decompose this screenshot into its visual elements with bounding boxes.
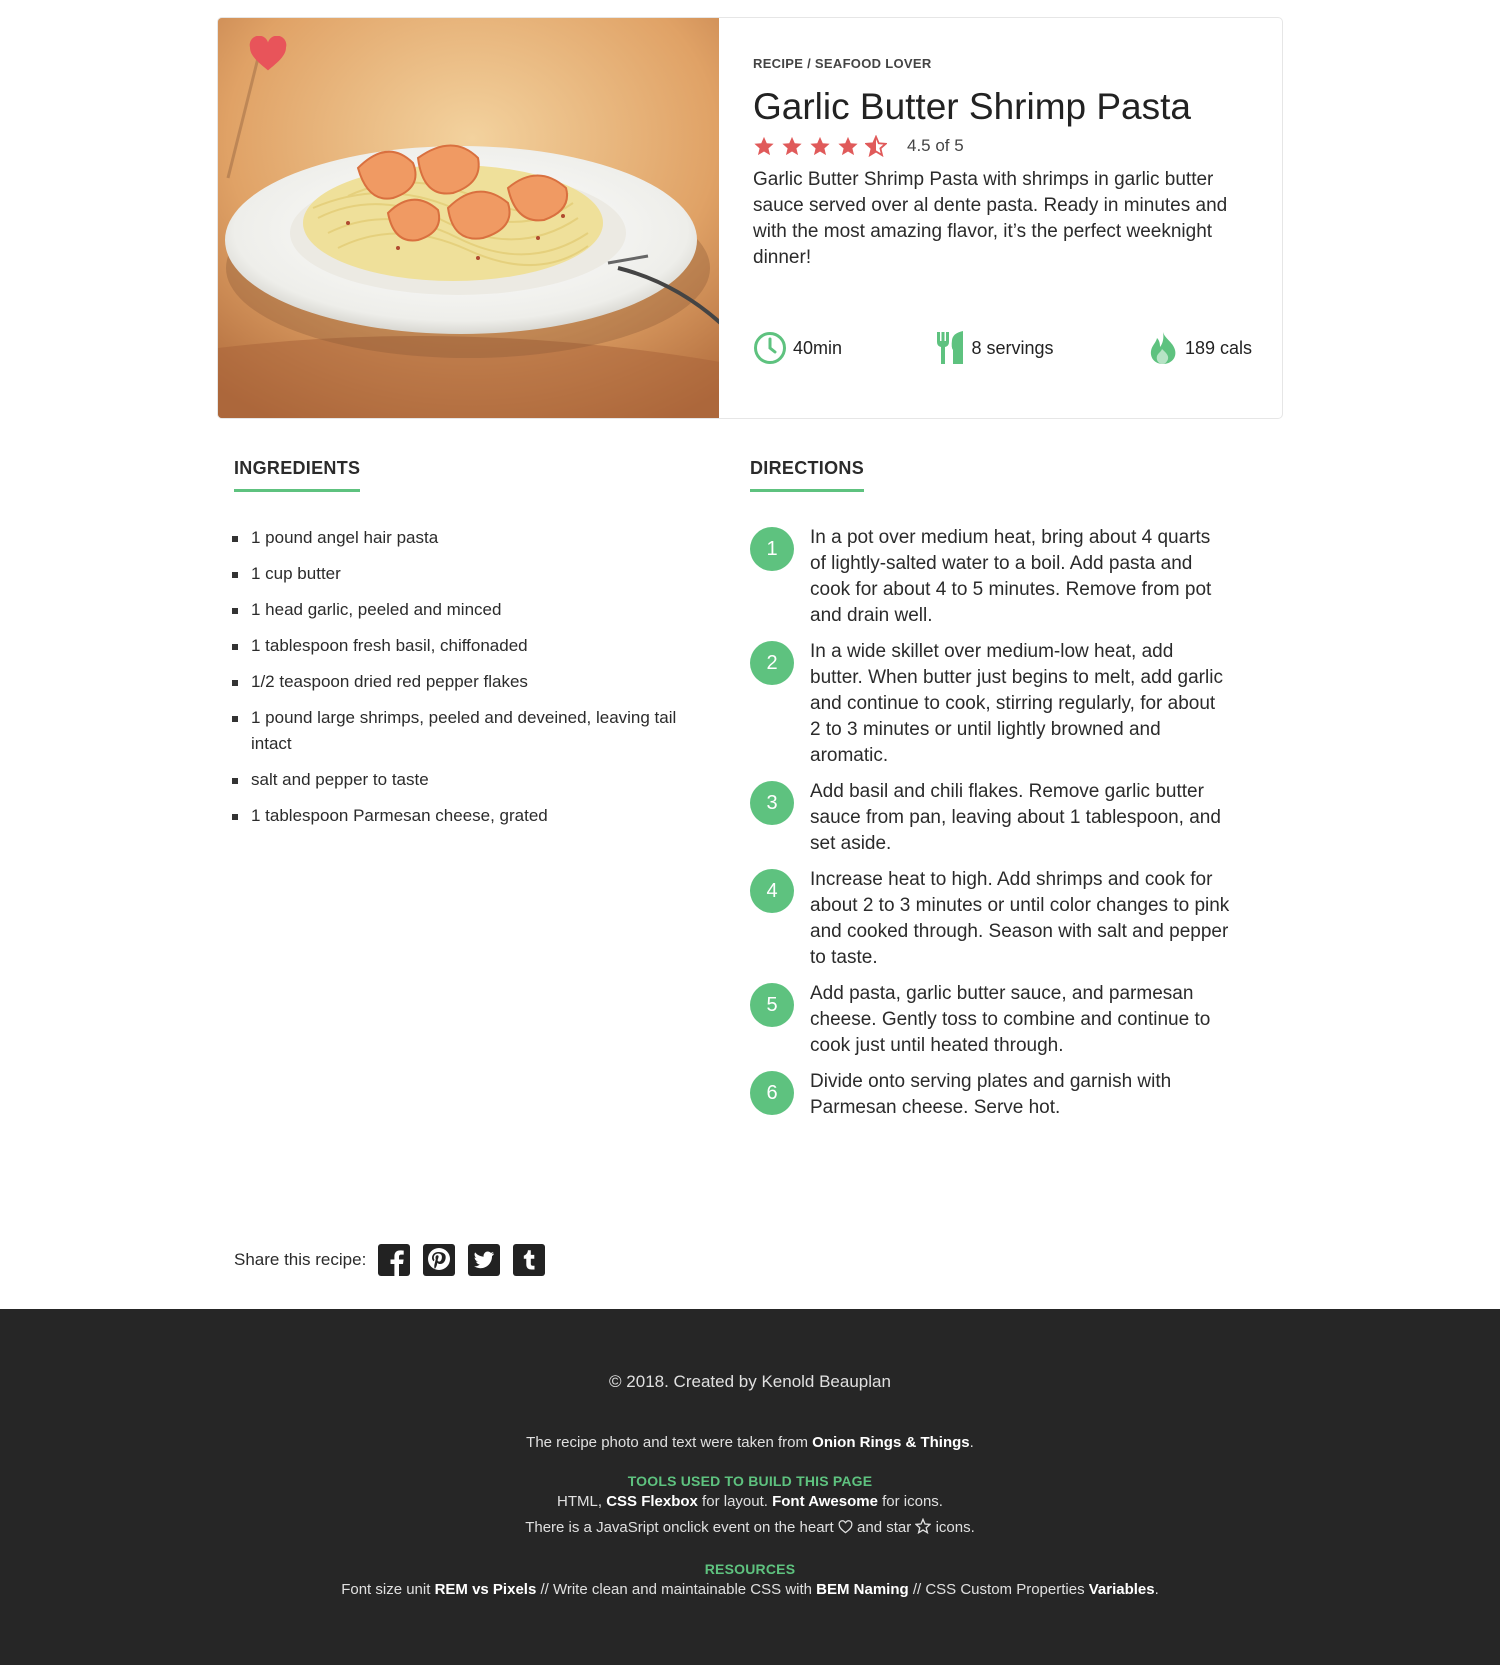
tumblr-icon[interactable] (513, 1244, 546, 1276)
tools-heading: TOOLS USED TO BUILD THIS PAGE (627, 1473, 873, 1489)
twitter-icon[interactable] (468, 1244, 501, 1276)
cook-time-label: 40min (793, 337, 843, 358)
rating-text: 4.5 of 5 (907, 136, 964, 155)
tools-text: There is a JavaSript onclick event on th… (525, 1519, 838, 1536)
rating: 4.5 of 5 (753, 133, 1248, 159)
direction-step: 5 Add pasta, garlic butter sauce, and pa… (750, 981, 1240, 1059)
resources-text: // CSS Custom Properties (908, 1581, 1089, 1598)
breadcrumb: RECIPE / SEAFOOD LOVER (753, 56, 932, 71)
copyright: © 2018. Created by Kenold Beauplan (609, 1372, 891, 1391)
direction-step: 6 Divide onto serving plates and garnish… (750, 1069, 1240, 1121)
list-item: 1 tablespoon fresh basil, chiffonaded (232, 633, 712, 659)
pinterest-icon[interactable] (423, 1244, 456, 1276)
recipe-card: RECIPE / SEAFOOD LOVER Garlic Butter Shr… (217, 17, 1283, 419)
clock-icon (754, 332, 786, 364)
step-text: In a pot over medium heat, bring about 4… (810, 527, 1212, 626)
step-number-badge: 4 (750, 869, 794, 913)
resources-text: // Write clean and maintainable CSS with (536, 1581, 817, 1598)
list-item: 1 cup butter (232, 561, 712, 587)
direction-step: 2 In a wide skillet over medium-low heat… (750, 639, 1240, 769)
tools-text: HTML, (557, 1493, 607, 1510)
recipe-title: Garlic Butter Shrimp Pasta (753, 86, 1191, 127)
fire-icon (1150, 332, 1176, 364)
resources-text: . (1154, 1581, 1159, 1598)
step-text: Add basil and chili flakes. Remove garli… (810, 781, 1221, 854)
rem-vs-pixels-link[interactable]: REM vs Pixels (435, 1581, 537, 1598)
star-rating (753, 135, 887, 157)
star-icon[interactable] (837, 135, 859, 157)
step-text: Add pasta, garlic butter sauce, and parm… (810, 983, 1211, 1056)
recipe-description: Garlic Butter Shrimp Pasta with shrimps … (753, 169, 1228, 268)
recipe-facts: 40min 8 servings 189 cals (753, 330, 1252, 366)
calories-label: 189 cals (1184, 337, 1252, 358)
list-item: 1/2 teaspoon dried red pepper flakes (232, 669, 712, 695)
recipe-info: RECIPE / SEAFOOD LOVER Garlic Butter Shr… (719, 18, 1282, 418)
credit-prefix: The recipe photo and text were taken fro… (526, 1434, 813, 1451)
direction-step: 4 Increase heat to high. Add shrimps and… (750, 867, 1240, 971)
step-text: In a wide skillet over medium-low heat, … (810, 641, 1223, 766)
step-number-badge: 3 (750, 781, 794, 825)
share-label: Share this recipe: (234, 1250, 367, 1269)
star-half-icon[interactable] (865, 135, 887, 157)
direction-step: 1 In a pot over medium heat, bring about… (750, 525, 1240, 629)
heart-outline-icon (838, 1520, 853, 1534)
page-footer: © 2018. Created by Kenold Beauplan The r… (0, 1309, 1500, 1665)
resources-text: Font size unit (341, 1581, 435, 1598)
ingredients-list: 1 pound angel hair pasta 1 cup butter 1 … (232, 525, 712, 839)
pasta-dish-image (218, 18, 719, 418)
star-outline-icon (914, 1517, 933, 1535)
ingredients-heading: INGREDIENTS (234, 458, 361, 492)
directions-heading: DIRECTIONS (750, 458, 865, 492)
font-awesome-link[interactable]: Font Awesome (772, 1493, 878, 1510)
tools-text: for layout. (697, 1493, 773, 1510)
step-text: Divide onto serving plates and garnish w… (810, 1071, 1172, 1118)
list-item: 1 tablespoon Parmesan cheese, grated (232, 803, 712, 829)
star-icon[interactable] (753, 135, 775, 157)
css-flexbox-link[interactable]: CSS Flexbox (606, 1493, 698, 1510)
share-bar: Share this recipe: (234, 1244, 558, 1276)
step-number-badge: 6 (750, 1071, 794, 1115)
tools-text: for icons. (877, 1493, 943, 1510)
cook-time: 40min (753, 331, 842, 365)
servings-label: 8 servings (971, 337, 1054, 358)
list-item: 1 head garlic, peeled and minced (232, 597, 712, 623)
tools-line-2: There is a JavaSript onclick event on th… (0, 1515, 1500, 1541)
servings: 8 servings (935, 330, 1054, 366)
bem-naming-link[interactable]: BEM Naming (816, 1581, 909, 1598)
directions-list: 1 In a pot over medium heat, bring about… (750, 525, 1240, 1131)
list-item: 1 pound large shrimps, peeled and devein… (232, 705, 712, 757)
facebook-icon[interactable] (378, 1244, 411, 1276)
step-text: Increase heat to high. Add shrimps and c… (810, 869, 1230, 968)
step-number-badge: 5 (750, 983, 794, 1027)
credit-suffix: . (969, 1434, 974, 1451)
calories: 189 cals (1147, 331, 1252, 365)
star-icon[interactable] (781, 135, 803, 157)
heart-icon[interactable] (248, 36, 288, 72)
star-icon[interactable] (809, 135, 831, 157)
list-item: salt and pepper to taste (232, 767, 712, 793)
step-number-badge: 2 (750, 641, 794, 685)
credit-line: The recipe photo and text were taken fro… (0, 1434, 1500, 1451)
onion-rings-link[interactable]: Onion Rings & Things (812, 1434, 970, 1451)
tools-line-1: HTML, CSS Flexbox for layout. Font Aweso… (0, 1489, 1500, 1515)
tools-text: and star (852, 1519, 916, 1536)
list-item: 1 pound angel hair pasta (232, 525, 712, 551)
recipe-photo (218, 18, 719, 418)
direction-step: 3 Add basil and chili flakes. Remove gar… (750, 779, 1240, 857)
utensils-icon (937, 331, 964, 364)
tools-section: TOOLS USED TO BUILD THIS PAGE HTML, CSS … (0, 1473, 1500, 1541)
variables-link[interactable]: Variables (1089, 1581, 1155, 1598)
resources-heading: RESOURCES (704, 1561, 796, 1577)
tools-text: icons. (931, 1519, 975, 1536)
step-number-badge: 1 (750, 527, 794, 571)
resources-section: RESOURCES Font size unit REM vs Pixels /… (0, 1561, 1500, 1603)
resources-line: Font size unit REM vs Pixels // Write cl… (0, 1577, 1500, 1603)
